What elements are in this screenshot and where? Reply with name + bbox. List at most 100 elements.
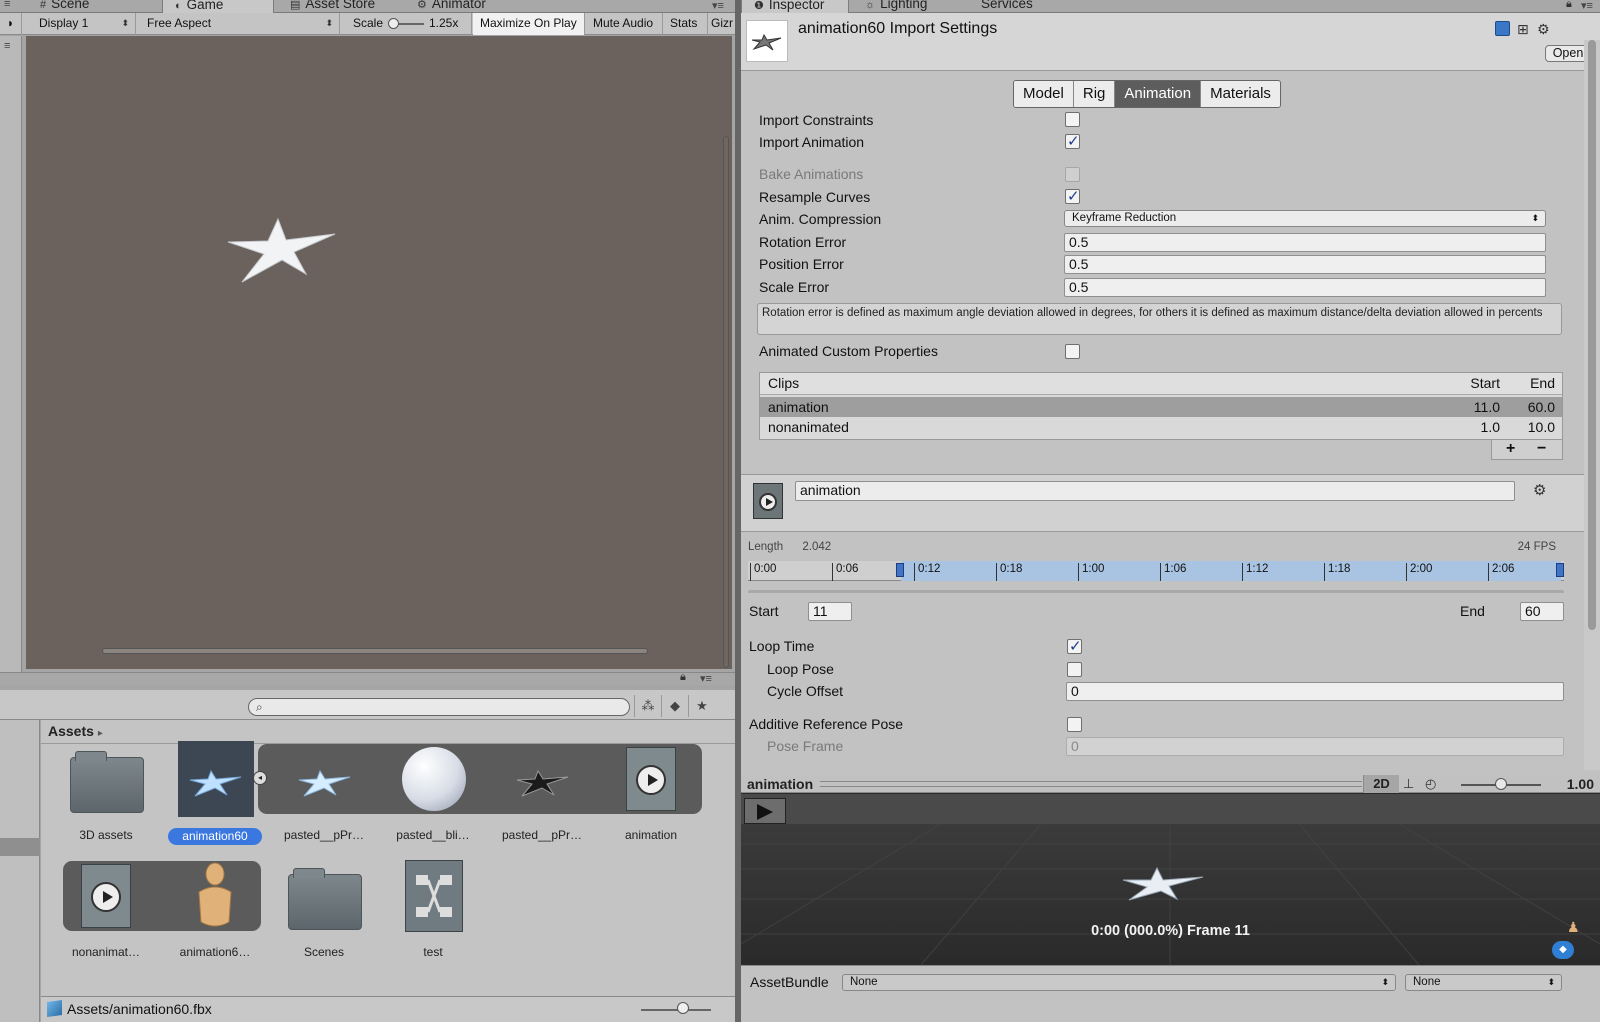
clip-preview-button[interactable]: [753, 483, 783, 519]
tab-lighting[interactable]: ☼ Lighting: [853, 0, 939, 13]
cycle-offset-field[interactable]: 0: [1066, 682, 1564, 701]
game-view[interactable]: [26, 36, 732, 669]
gear-icon[interactable]: ⚙: [1533, 481, 1546, 499]
import-animation-checkbox[interactable]: [1065, 132, 1080, 150]
timeline-tick: 2:00: [1406, 563, 1432, 581]
gizmos-dropdown[interactable]: Gizr: [708, 13, 735, 35]
preset-sliders-icon[interactable]: ⊞: [1517, 21, 1529, 38]
project-search-input[interactable]: ⌕: [248, 698, 630, 716]
preview-2d-toggle[interactable]: 2D: [1363, 775, 1399, 793]
icon-size-slider-knob[interactable]: [677, 1002, 689, 1014]
asset-item[interactable]: 3D assets: [56, 744, 156, 854]
start-marker-handle[interactable]: [896, 563, 904, 577]
stats-toggle[interactable]: Stats: [663, 13, 708, 35]
end-frame-field[interactable]: 60: [1520, 602, 1564, 621]
tab-asset-store[interactable]: ▤ Asset Store: [278, 0, 387, 13]
scale-label: Scale: [353, 16, 384, 30]
loop-time-checkbox[interactable]: [1067, 637, 1082, 655]
additive-reference-pose-checkbox[interactable]: [1067, 717, 1082, 732]
icon-size-slider[interactable]: [641, 1009, 711, 1011]
anim-compression-dropdown[interactable]: Keyframe Reduction ⬍: [1064, 210, 1546, 227]
preview-viewport[interactable]: ♟ ◆: [741, 824, 1600, 965]
panel-menu-icon[interactable]: ▾≡: [1581, 0, 1593, 12]
resample-curves-checkbox[interactable]: [1065, 187, 1080, 205]
clip-name-field[interactable]: animation: [795, 481, 1515, 501]
tab-services[interactable]: Services: [969, 0, 1045, 13]
inspector-scrollbar[interactable]: [1584, 40, 1600, 770]
import-constraints-checkbox[interactable]: [1065, 112, 1080, 127]
rotation-error-label: Rotation Error: [759, 234, 847, 250]
scale-error-field[interactable]: 0.5: [1064, 278, 1546, 297]
panel-menu-icon[interactable]: ▾≡: [712, 0, 724, 12]
aspect-dropdown[interactable]: Free Aspect ⬍: [140, 13, 340, 35]
hierarchy-collapsed-strip: ≡: [0, 36, 22, 672]
asset-bundle-dropdown[interactable]: None ⬍: [842, 974, 1396, 991]
asset-item[interactable]: pasted__pPr…: [492, 744, 592, 854]
asset-item[interactable]: animation: [601, 744, 701, 854]
start-frame-field[interactable]: 11: [808, 602, 852, 621]
tab-materials[interactable]: Materials: [1201, 81, 1280, 107]
mute-label: Mute Audio: [593, 16, 654, 30]
asset-item[interactable]: pasted__pPr…: [274, 744, 374, 854]
position-error-field[interactable]: 0.5: [1064, 255, 1546, 274]
clip-row[interactable]: nonanimated 1.0 10.0: [760, 417, 1562, 437]
breadcrumb[interactable]: Assets ▸: [48, 723, 103, 739]
asset-labels-icon[interactable]: ◆: [1552, 941, 1574, 959]
tab-rig[interactable]: Rig: [1073, 81, 1116, 107]
add-clip-button[interactable]: +: [1506, 440, 1515, 458]
tab-label: Services: [981, 0, 1033, 11]
tab-animation[interactable]: Animation: [1115, 81, 1202, 107]
preview-timebar[interactable]: [741, 794, 1600, 824]
clip-row-selected[interactable]: animation 11.0 60.0: [760, 397, 1562, 417]
gear-icon[interactable]: ⚙: [1537, 21, 1550, 38]
maximize-on-play-toggle[interactable]: Maximize On Play: [473, 13, 585, 35]
favorite-star-icon[interactable]: ★: [688, 695, 715, 717]
display-dropdown[interactable]: Display 1 ⬍: [32, 13, 136, 35]
dropdown-arrows-icon: ⬍: [325, 18, 333, 28]
menu-lines-icon[interactable]: ≡: [4, 40, 10, 52]
mute-audio-toggle[interactable]: Mute Audio: [586, 13, 663, 35]
additive-reference-pose-label: Additive Reference Pose: [749, 716, 904, 732]
scale-slider-knob[interactable]: [388, 18, 399, 29]
preview-play-button[interactable]: [744, 798, 786, 824]
fps-readout: 24 FPS: [1517, 541, 1556, 553]
lock-icon[interactable]: 🔒︎: [680, 671, 686, 684]
asset-item-selected[interactable]: ◂ animation60: [165, 741, 267, 854]
tab-model[interactable]: Model: [1014, 81, 1074, 107]
inspector-scrollbar-thumb[interactable]: [1588, 40, 1596, 630]
layout-icon[interactable]: ◗: [0, 13, 22, 35]
folder-tree-selected-row[interactable]: [0, 838, 40, 856]
pivot-icon[interactable]: ⊥: [1403, 775, 1414, 793]
game-view-hscrollbar[interactable]: [102, 648, 648, 654]
tab-game[interactable]: ◐ Game: [162, 0, 274, 13]
help-book-icon[interactable]: [1495, 21, 1510, 36]
filter-by-label-icon[interactable]: ◆: [661, 695, 688, 717]
tab-animator[interactable]: ⚙ Animator: [405, 0, 498, 13]
clip-end: 60.0: [1527, 399, 1555, 415]
asset-item[interactable]: nonanimat…: [56, 861, 156, 971]
end-marker-handle[interactable]: [1556, 563, 1564, 577]
asset-item[interactable]: Scenes: [274, 861, 374, 971]
asset-bundle-variant-value: None: [1413, 976, 1441, 988]
timeline-ruler[interactable]: 0:00 0:06 0:12 0:18 1:00 1:06 1:12 1:18 …: [748, 561, 1564, 581]
loop-pose-checkbox[interactable]: [1067, 662, 1082, 677]
game-view-vscrollbar[interactable]: [723, 136, 729, 668]
speed-icon[interactable]: ◴: [1425, 775, 1436, 793]
asset-item[interactable]: pasted__bli…: [383, 744, 483, 854]
rotation-error-field[interactable]: 0.5: [1064, 233, 1546, 252]
menu-lines-icon[interactable]: ≡: [4, 0, 10, 10]
filter-by-type-icon[interactable]: ⁂: [634, 695, 661, 717]
asset-item[interactable]: test: [383, 860, 483, 971]
tab-inspector[interactable]: ❶ Inspector: [741, 0, 849, 13]
preview-resize-grip[interactable]: [820, 781, 1362, 787]
tab-scene[interactable]: # Scene: [28, 0, 101, 13]
asset-bundle-variant-dropdown[interactable]: None ⬍: [1405, 974, 1562, 991]
preview-speed-knob[interactable]: [1495, 778, 1507, 790]
panel-menu-icon[interactable]: ▾≡: [700, 672, 712, 685]
scale-control[interactable]: Scale 1.25x: [346, 13, 472, 35]
lock-icon[interactable]: 🔒︎: [1566, 0, 1572, 11]
remove-clip-button[interactable]: −: [1537, 440, 1546, 458]
asset-item[interactable]: animation6…: [165, 861, 265, 971]
collapse-arrow-icon[interactable]: ◂: [253, 771, 267, 785]
animated-custom-properties-checkbox[interactable]: [1065, 344, 1080, 359]
